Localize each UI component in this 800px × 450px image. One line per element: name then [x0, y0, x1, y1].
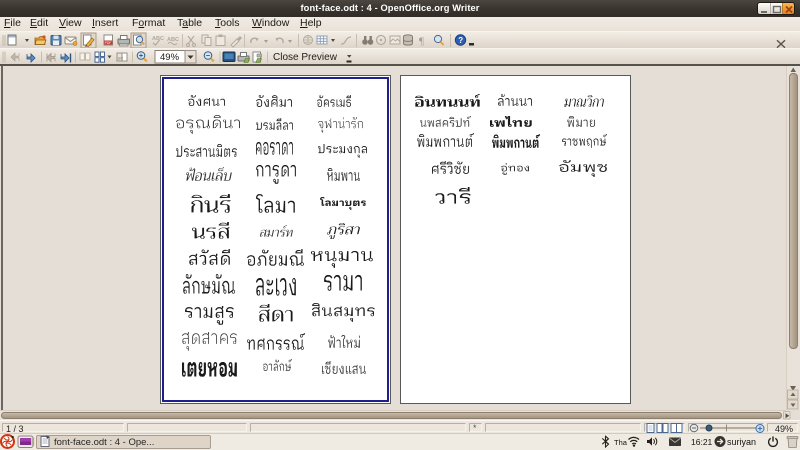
svg-text:ABC: ABC — [167, 37, 179, 43]
svg-text:?: ? — [458, 36, 463, 45]
svg-text:49%: 49% — [160, 52, 180, 63]
svg-text:Close Preview: Close Preview — [273, 52, 338, 63]
svg-text:¶: ¶ — [419, 36, 424, 48]
svg-text:PDF: PDF — [105, 41, 112, 45]
svg-text:aa: aa — [118, 57, 124, 62]
